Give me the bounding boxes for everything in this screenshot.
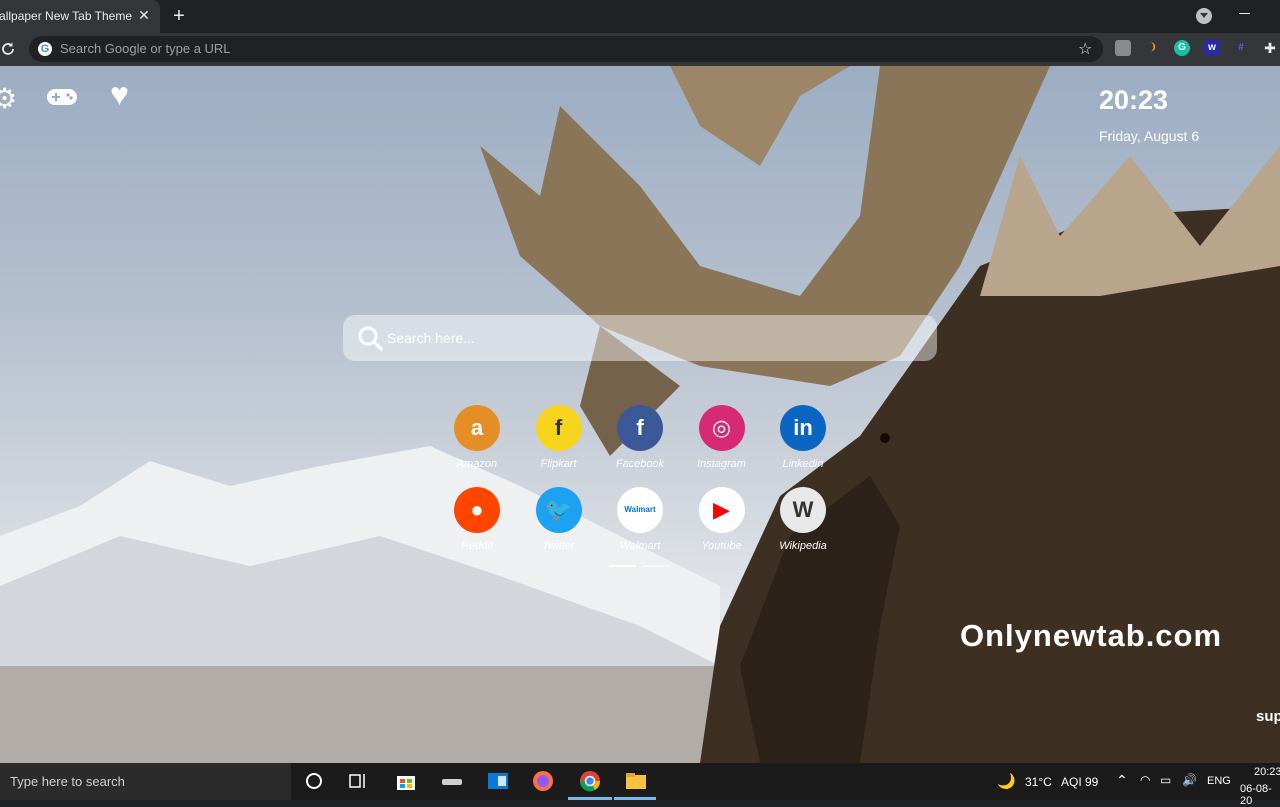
shortcut-label: Reddit [461, 540, 493, 552]
task-view-icon[interactable] [346, 769, 370, 793]
new-tab-button[interactable]: + [170, 5, 188, 27]
taskbar-date[interactable]: 06-08-20 [1240, 783, 1280, 807]
bookmark-star-icon[interactable]: ☆ [1078, 39, 1092, 59]
toolbar: G Search Google or type a URL ☆ [0, 33, 1280, 66]
clock-date: Friday, August 6 [1099, 128, 1200, 144]
chevron-up-icon[interactable]: ⌃ [1116, 772, 1128, 789]
hashtag-icon[interactable]: # [1233, 40, 1249, 56]
reload-icon[interactable] [0, 39, 18, 59]
outlook-icon[interactable] [486, 769, 510, 793]
google-icon: G [38, 42, 52, 56]
minimize-icon[interactable] [1239, 13, 1250, 14]
youtube-icon: ▶ [698, 487, 745, 533]
taskbar-time[interactable]: 20:23 [1254, 766, 1280, 778]
taskbar-search[interactable]: Type here to search [0, 763, 291, 800]
shortcut-label: Youtube [701, 540, 742, 552]
shortcut-youtube[interactable]: ▶ Youtube [687, 487, 757, 559]
cortana-icon[interactable] [302, 769, 326, 793]
shortcut-label: Linkedin [782, 458, 824, 470]
reddit-icon: ● [454, 487, 500, 533]
shortcut-facebook[interactable]: f Facebook [605, 405, 675, 477]
search-icon [358, 326, 383, 351]
tab-title: Moose Wallpaper New Tab Theme [0, 9, 132, 23]
walmart-icon: Walmart [617, 487, 663, 533]
address-bar[interactable]: G Search Google or type a URL ☆ [29, 36, 1103, 62]
shortcut-flipkart[interactable]: f Flipkart [524, 405, 594, 477]
watermark-text: Onlynewtab.com [960, 618, 1223, 653]
w-icon[interactable]: w [1204, 40, 1220, 56]
flipkart-icon: f [535, 405, 582, 451]
firefox-icon[interactable] [531, 769, 555, 793]
shortcut-label: Instagram [697, 458, 746, 470]
mm-icon[interactable]: ❩ [1145, 40, 1161, 56]
store-icon[interactable] [394, 769, 418, 793]
shortcut-amazon[interactable]: a Amazon [442, 405, 512, 477]
shortcut-label: Wikipedia [779, 540, 827, 552]
weather-aqi[interactable]: AQI 99 [1061, 775, 1098, 789]
amazon-icon: a [454, 405, 500, 451]
favorite-heart-icon[interactable]: ♥ [110, 76, 129, 113]
grammarly-icon[interactable]: G [1174, 40, 1190, 56]
shortcut-label: Walmart [619, 540, 661, 552]
language-indicator[interactable]: ENG [1207, 775, 1231, 787]
linkedin-icon: in [780, 405, 826, 451]
shortcut-walmart[interactable]: Walmart Walmart [605, 487, 675, 559]
shortcut-wikipedia[interactable]: W Wikipedia [768, 487, 838, 559]
shortcut-label: Flipkart [540, 458, 577, 470]
shortcut-reddit[interactable]: ● Reddit [442, 487, 512, 559]
page-indicator-1[interactable] [609, 565, 636, 567]
taskbar: Type here to search 🌙 31°C AQI 99 ⌃ ◠ ▭ … [0, 763, 1280, 807]
metamask-icon[interactable] [1115, 40, 1131, 56]
address-bar-placeholder: Search Google or type a URL [60, 41, 231, 56]
wifi-icon[interactable]: ◠ [1140, 773, 1150, 787]
chrome-icon[interactable] [578, 769, 602, 793]
shortcut-label: Amazon [456, 458, 498, 470]
battery-icon[interactable]: ▭ [1160, 773, 1171, 787]
tab-active[interactable]: Moose Wallpaper New Tab Theme ✕ [0, 0, 160, 33]
close-tab-icon[interactable]: ✕ [136, 7, 152, 23]
search-input[interactable] [387, 327, 907, 349]
file-explorer-icon[interactable] [624, 769, 648, 793]
search-box[interactable] [343, 315, 937, 361]
wikipedia-icon: W [780, 487, 826, 533]
gamepad-icon[interactable] [46, 87, 78, 107]
weather-moon-icon[interactable]: 🌙 [997, 772, 1016, 790]
shortcut-label: Twitter [542, 540, 575, 552]
shortcut-twitter[interactable]: 🐦 Twitter [524, 487, 594, 559]
clock-time: 20:23 [1099, 85, 1169, 115]
taskbar-search-placeholder: Type here to search [10, 774, 125, 789]
shortcut-label: Facebook [615, 458, 665, 470]
shortcut-instagram[interactable]: ◎ Instagram [687, 405, 757, 477]
tab-strip: Moose Wallpaper New Tab Theme ✕ + [0, 0, 1280, 33]
tab-search-icon[interactable] [1196, 8, 1212, 24]
facebook-icon: f [617, 405, 663, 451]
new-tab-page: ⚙ ♥ 20:23 Friday, August 6 a Amazon f Flipk… [0, 66, 1280, 763]
shortcut-linkedin[interactable]: in Linkedin [768, 405, 838, 477]
weather-temp[interactable]: 31°C [1025, 775, 1052, 789]
drive-icon[interactable] [440, 769, 464, 793]
instagram-icon: ◎ [698, 405, 745, 451]
settings-gear-icon[interactable]: ⚙ [0, 82, 17, 115]
volume-icon[interactable]: 🔊 [1182, 773, 1197, 787]
twitter-icon: 🐦 [535, 487, 582, 533]
corner-text: sup [1256, 708, 1280, 725]
page-indicator-2[interactable] [643, 565, 670, 567]
puzzle-icon[interactable]: ✚ [1262, 40, 1278, 56]
